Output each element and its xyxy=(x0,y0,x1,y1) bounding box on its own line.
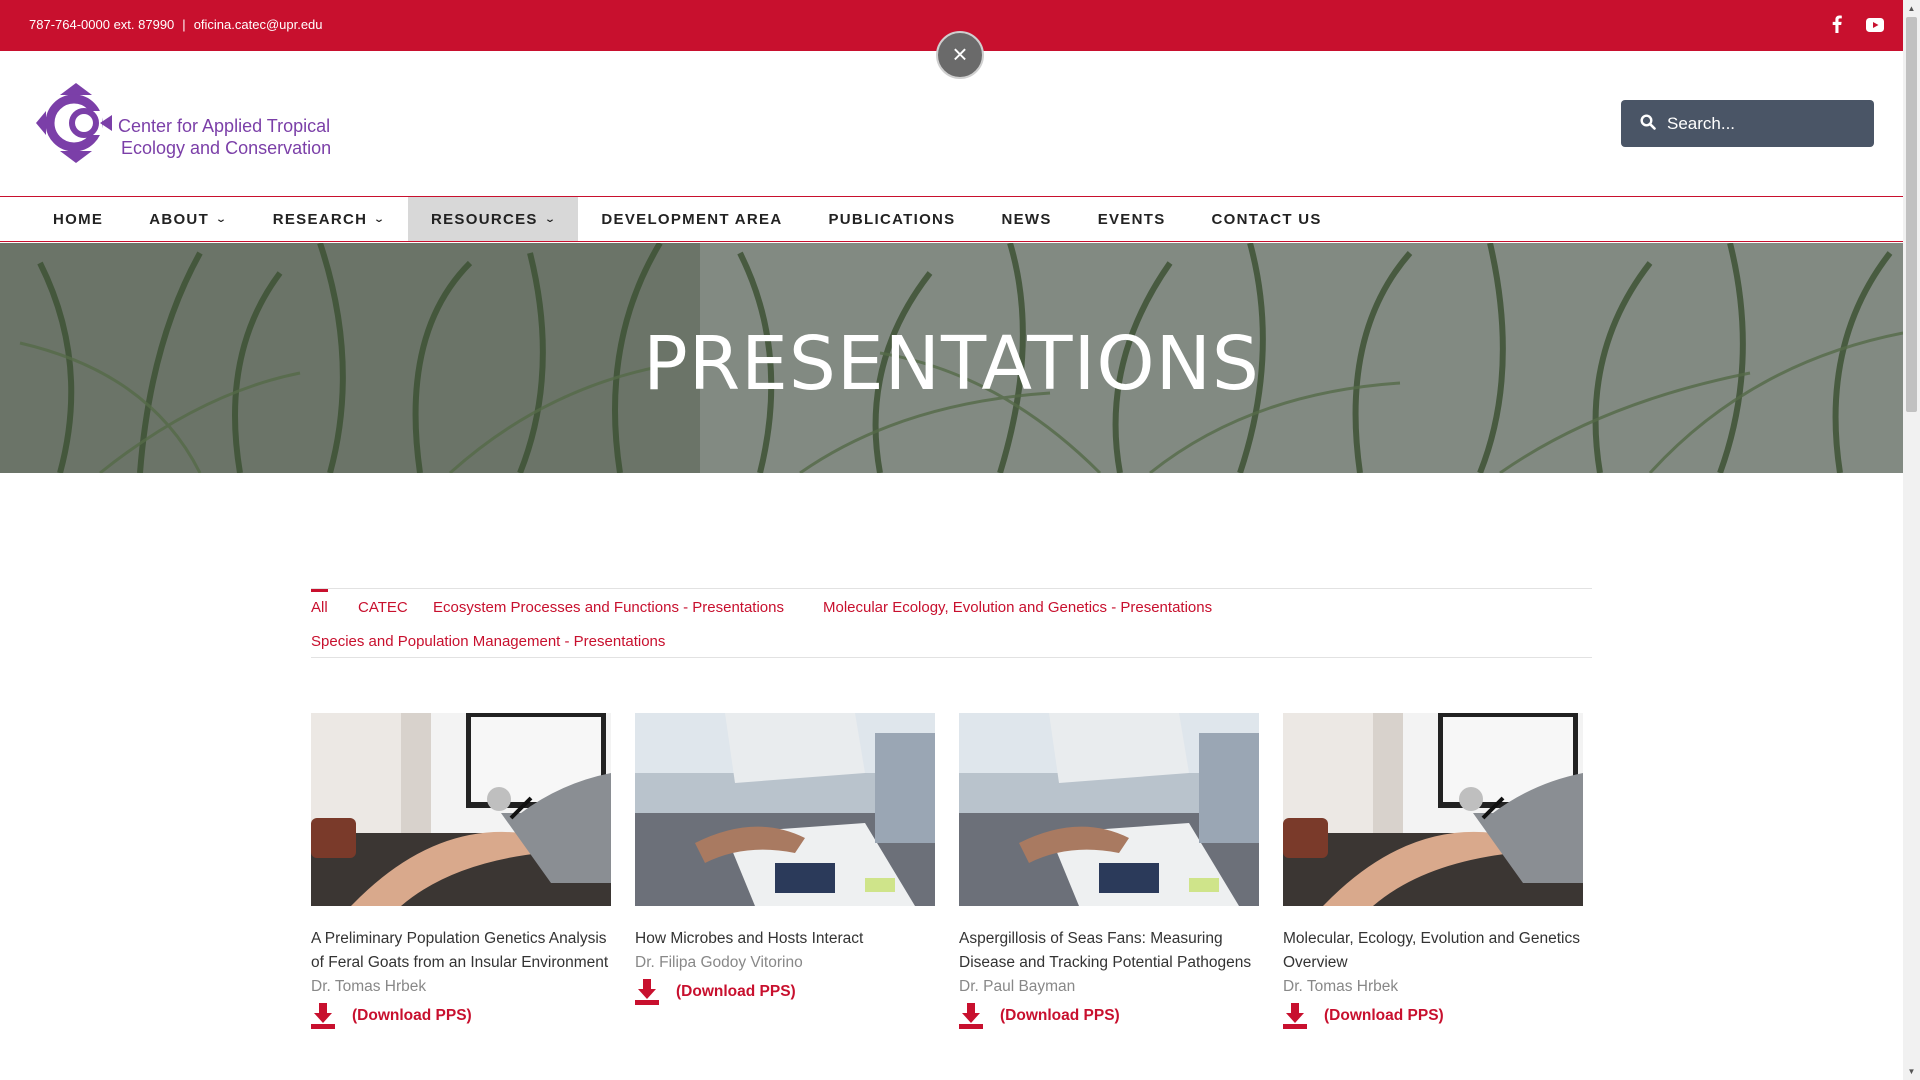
site-logo[interactable]: Center for Applied Tropical Ecology and … xyxy=(34,81,354,165)
presentation-title-line: Aspergillosis of Seas Fans: Measuring xyxy=(959,930,1223,947)
presentation-thumbnail[interactable] xyxy=(311,713,611,906)
presentation-thumbnail[interactable] xyxy=(1283,713,1583,906)
nav-item-label: NEWS xyxy=(1001,210,1052,228)
presentation-author: Dr. Tomas Hrbek xyxy=(1283,978,1399,995)
download-icon xyxy=(635,979,659,1005)
nav-item-events[interactable]: EVENTS xyxy=(1075,197,1189,241)
catec-logo-icon xyxy=(36,83,112,163)
email-link[interactable]: oficina.catec@upr.edu xyxy=(194,17,323,32)
nav-item-about[interactable]: ABOUT ⌄ xyxy=(126,197,250,241)
search-icon[interactable] xyxy=(1640,114,1656,135)
presentation-title[interactable]: Aspergillosis of Seas Fans: Measuring Di… xyxy=(959,927,1259,975)
nav-item-resources[interactable]: RESOURCES ⌄ xyxy=(407,197,579,241)
scroll-down-arrow-icon[interactable]: ▼ xyxy=(1903,1063,1920,1080)
main-nav: HOME ABOUT ⌄ RESEARCH ⌄ RESOURCES ⌄ DEVELOP… xyxy=(0,197,1903,242)
facebook-icon[interactable] xyxy=(1832,15,1844,35)
category-filters: All CATEC Ecosystem Processes and Functi… xyxy=(311,588,1592,658)
filter-catec[interactable]: CATEC xyxy=(358,599,408,616)
nav-item-contact-us[interactable]: CONTACT US xyxy=(1189,197,1345,241)
search-box xyxy=(1621,100,1874,147)
download-icon xyxy=(1283,1003,1307,1029)
presentation-card: How Microbes and Hosts Interact Dr. Fili… xyxy=(635,713,935,1005)
filter-all[interactable]: All xyxy=(311,589,328,616)
presentation-author: Dr. Tomas Hrbek xyxy=(311,978,427,995)
presentation-title[interactable]: How Microbes and Hosts Interact xyxy=(635,927,935,951)
filter-ecosystem-processes[interactable]: Ecosystem Processes and Functions - Pres… xyxy=(433,599,784,616)
nav-item-label: HOME xyxy=(53,210,104,228)
download-label: (Download PPS) xyxy=(676,983,796,1000)
nav-item-label: DEVELOPMENT AREA xyxy=(601,210,783,228)
nav-item-label: CONTACT US xyxy=(1211,210,1322,228)
presentation-title-line: A Preliminary Population Genetics Analys… xyxy=(311,930,607,947)
youtube-icon[interactable] xyxy=(1866,18,1884,32)
download-link[interactable]: (Download PPS) xyxy=(635,979,935,1005)
social-links xyxy=(1832,15,1884,35)
presentation-author: Dr. Filipa Godoy Vitorino xyxy=(635,954,803,971)
download-link[interactable]: (Download PPS) xyxy=(1283,1003,1583,1029)
nav-item-label: EVENTS xyxy=(1097,210,1166,228)
presentation-title[interactable]: A Preliminary Population Genetics Analys… xyxy=(311,927,611,975)
desk-drawing-image xyxy=(311,713,611,906)
presentation-card: Aspergillosis of Seas Fans: Measuring Di… xyxy=(959,713,1259,1029)
presentation-title-line: Molecular, Ecology, Evolution and Geneti… xyxy=(1283,930,1580,947)
download-label: (Download PPS) xyxy=(1324,1007,1444,1024)
nav-item-label: PUBLICATIONS xyxy=(828,210,956,228)
presentation-card: A Preliminary Population Genetics Analys… xyxy=(311,713,611,1029)
nav-item-news[interactable]: NEWS xyxy=(978,197,1074,241)
filter-species-population[interactable]: Species and Population Management - Pres… xyxy=(311,633,665,650)
presentation-thumbnail[interactable] xyxy=(959,713,1259,906)
nav-item-label: RESEARCH xyxy=(272,210,368,228)
download-label: (Download PPS) xyxy=(352,1007,472,1024)
search-input[interactable] xyxy=(1667,100,1867,147)
close-button[interactable]: × xyxy=(936,31,984,79)
nav-item-development-area[interactable]: DEVELOPMENT AREA xyxy=(578,197,805,241)
presentation-thumbnail[interactable] xyxy=(635,713,935,906)
nav-item-label: RESOURCES xyxy=(430,210,538,228)
chevron-down-icon: ⌄ xyxy=(373,213,387,225)
download-label: (Download PPS) xyxy=(1000,1007,1120,1024)
presentation-title-line: Disease and Tracking Potential Pathogens xyxy=(959,954,1252,971)
scroll-up-arrow-icon[interactable]: ▲ xyxy=(1903,0,1920,17)
nav-item-publications[interactable]: PUBLICATIONS xyxy=(805,197,978,241)
logo-line-2: Ecology and Conservation xyxy=(121,138,332,158)
filter-molecular-ecology[interactable]: Molecular Ecology, Evolution and Genetic… xyxy=(823,599,1212,616)
download-icon xyxy=(311,1003,335,1029)
meeting-charts-image xyxy=(959,713,1259,906)
presentation-title-line: of Feral Goats from an Insular Environme… xyxy=(311,954,609,971)
chevron-down-icon: ⌄ xyxy=(215,213,229,225)
logo-line-1: Center for Applied Tropical xyxy=(118,116,331,136)
nav-item-label: ABOUT xyxy=(149,210,210,228)
nav-item-home[interactable]: HOME xyxy=(30,197,126,241)
presentation-author: Dr. Paul Bayman xyxy=(959,978,1076,995)
chevron-down-icon: ⌄ xyxy=(543,213,558,225)
contact-info: 787-764-0000 ext. 87990 | oficina.catec@up… xyxy=(29,17,323,32)
desk-drawing-image xyxy=(1283,713,1583,906)
presentation-title-line: How Microbes and Hosts Interact xyxy=(635,930,864,947)
hero-banner: PRESENTATIONS xyxy=(0,243,1903,473)
logo-text: Center for Applied Tropical Ecology and … xyxy=(118,115,331,159)
contact-separator: | xyxy=(182,17,186,32)
presentation-title[interactable]: Molecular, Ecology, Evolution and Geneti… xyxy=(1283,927,1583,975)
phone-number: 787-764-0000 ext. 87990 xyxy=(29,17,175,32)
nav-item-research[interactable]: RESEARCH ⌄ xyxy=(250,197,408,241)
scrollbar-thumb[interactable] xyxy=(1906,17,1917,412)
download-link[interactable]: (Download PPS) xyxy=(311,1003,611,1029)
meeting-charts-image xyxy=(635,713,935,906)
presentation-card: Molecular, Ecology, Evolution and Geneti… xyxy=(1283,713,1583,1029)
page-scrollbar[interactable]: ▲ ▼ xyxy=(1903,0,1920,1080)
page-title: PRESENTATIONS xyxy=(643,321,1260,407)
download-link[interactable]: (Download PPS) xyxy=(959,1003,1259,1029)
presentation-title-line: Overview xyxy=(1283,954,1348,971)
download-icon xyxy=(959,1003,983,1029)
